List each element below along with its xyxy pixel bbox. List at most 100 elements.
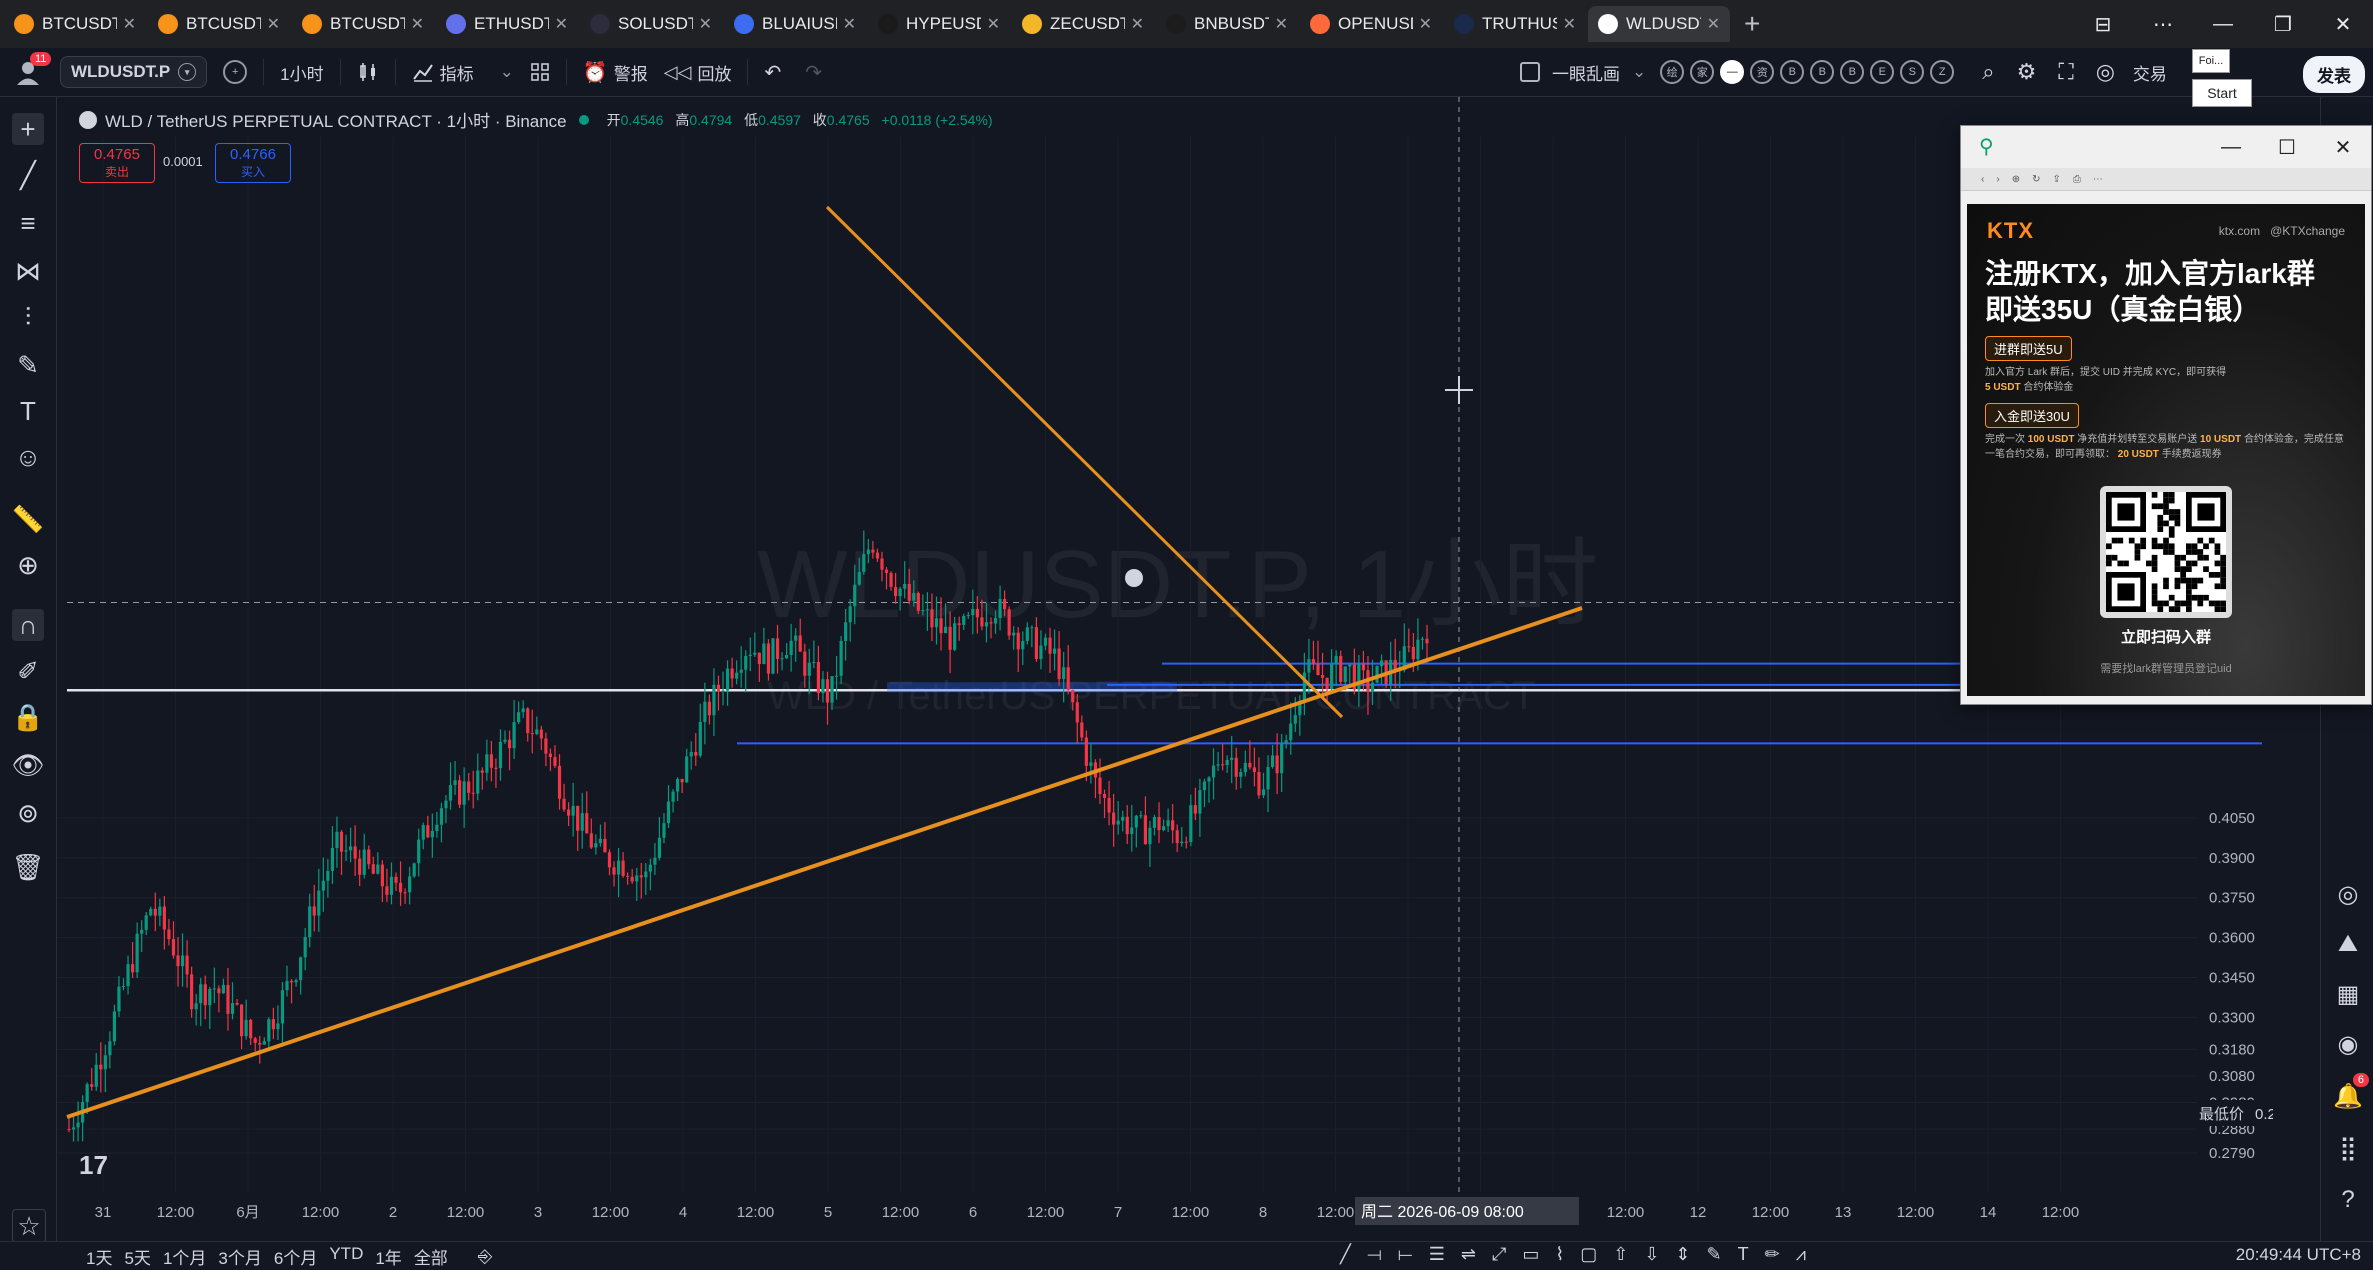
tab-close-icon[interactable]: ✕ [1275, 14, 1288, 34]
chevron-down-icon[interactable]: ⌄ [1632, 62, 1646, 82]
more-icon[interactable]: ⋯ [2133, 12, 2193, 37]
brush-tool[interactable]: ✎ [12, 349, 44, 381]
clock-display[interactable]: 20:49:44 UTC+8 [2236, 1245, 2361, 1265]
lock-tool[interactable]: 🔒 [12, 701, 44, 733]
interval-button[interactable]: 1小时 [280, 60, 323, 85]
tab-close-icon[interactable]: ✕ [1131, 14, 1144, 34]
ray-icon[interactable]: ⟞ [1367, 1244, 1382, 1265]
pencil-icon[interactable]: ✏ [1765, 1244, 1780, 1265]
magnet-tool[interactable]: ∩ [12, 609, 44, 641]
user-avatar[interactable]: 11 [14, 52, 52, 86]
replay-button[interactable]: ◁◁ 回放 [664, 60, 732, 85]
home-circle-button[interactable]: 家 [1690, 60, 1715, 84]
tab-close-icon[interactable]: ✕ [1563, 14, 1576, 34]
horizontal-line-icon[interactable]: ⟝ [1398, 1244, 1413, 1265]
symbol-search[interactable]: WLDUSDT.P ▾ [60, 56, 208, 88]
close-window-button[interactable]: ✕ [2313, 12, 2373, 37]
callout-icon[interactable]: ▭ [1522, 1244, 1539, 1265]
range-button[interactable]: 6个月 [274, 1244, 317, 1269]
forward-icon[interactable]: › [1996, 174, 1999, 185]
notifications-tool[interactable]: 🔔 6 [2331, 1073, 2369, 1113]
tab-close-icon[interactable]: ✕ [267, 14, 280, 34]
quick-search-icon[interactable]: ⌕ [1982, 59, 1994, 85]
line-icon[interactable]: ╱ [1340, 1244, 1351, 1265]
parallel-channel-icon[interactable]: ☰ [1429, 1244, 1445, 1265]
tab-close-icon[interactable]: ✕ [411, 14, 424, 34]
redo-button[interactable]: ↷ [805, 60, 822, 85]
support-zone[interactable] [887, 682, 1177, 693]
signal-tool[interactable]: ◉ [2331, 1027, 2365, 1061]
asset-circle-button[interactable]: 资 [1750, 60, 1775, 84]
browser-tab[interactable]: HYPEUSDT.P ✕ [868, 6, 1010, 42]
arrow-down-icon[interactable]: ⇩ [1644, 1244, 1659, 1265]
price-range-icon[interactable]: ⇕ [1675, 1244, 1690, 1265]
checkbox-icon[interactable] [1520, 62, 1540, 82]
popup-close-button[interactable]: ✕ [2315, 135, 2371, 160]
measure-tool[interactable]: 📏 [12, 503, 44, 535]
browser-tab[interactable]: SOLUSDT.P ✕ [580, 6, 722, 42]
fullscreen-icon[interactable]: ⛶ [2058, 59, 2073, 85]
chart-type-button[interactable] [357, 61, 379, 83]
buy-button[interactable]: 0.4766 买入 [215, 143, 291, 183]
popup-maximize-button[interactable]: ☐ [2259, 135, 2315, 160]
minimize-button[interactable]: — [2193, 13, 2253, 36]
ktx-ad-banner[interactable]: KTX ktx.com @KTXchange 注册KTX，加入官方lark群 即… [1967, 204, 2365, 696]
popup-minimize-button[interactable]: — [2203, 136, 2259, 159]
descending-trendline[interactable] [825, 205, 1344, 719]
tab-close-icon[interactable]: ✕ [1707, 14, 1720, 34]
hide-tool[interactable]: 👁 [12, 749, 45, 781]
browser-tab[interactable]: BTCUSDT.P ✕ [148, 6, 290, 42]
range-button[interactable]: YTD [329, 1244, 363, 1269]
undo-button[interactable]: ↶ [764, 60, 781, 85]
browser-tab[interactable]: BNBUSDT.P ✕ [1156, 6, 1298, 42]
trendline-tool[interactable]: ╱ [12, 159, 44, 191]
price-chart[interactable]: WLDUSDT.P, 1小时 WLD / TetherUS PERPETUAL … [57, 97, 2273, 1247]
popup-window[interactable]: ⚲ — ☐ ✕ ‹ › ⊕ ↻ ⇪ ⎙ ⋯ KTX ktx.com @KTXch… [1960, 125, 2372, 705]
drawing-mode-label[interactable]: 一眼乱画 [1552, 60, 1620, 85]
date-range-picker-icon[interactable]: ⎆ [478, 1246, 492, 1267]
templates-button[interactable] [530, 62, 550, 82]
tab-close-icon[interactable]: ✕ [987, 14, 1000, 34]
browser-tab[interactable]: OPENUSDT.P ✕ [1300, 6, 1442, 42]
minus-circle-button[interactable]: — [1720, 60, 1745, 84]
camera-icon[interactable]: ◎ [2096, 59, 2115, 85]
tab-close-icon[interactable]: ✕ [1419, 14, 1432, 34]
path-icon[interactable]: ⌇ [1555, 1244, 1564, 1265]
range-button[interactable]: 全部 [414, 1244, 448, 1269]
e-circle-button[interactable]: E [1870, 60, 1895, 84]
calendar-tool[interactable]: ▦ [2331, 977, 2365, 1011]
browser-tab[interactable]: ETHUSDT.P ✕ [436, 6, 578, 42]
watchlist-tool[interactable]: ◎ [2331, 877, 2365, 911]
fib-tool[interactable]: ≡ [12, 207, 44, 239]
range-button[interactable]: 3个月 [218, 1244, 261, 1269]
browser-tab[interactable]: BLUAIUSDT.P ✕ [724, 6, 866, 42]
b-circle-button[interactable]: B [1780, 60, 1805, 84]
pin-icon[interactable]: ⚲ [1979, 134, 1994, 159]
data-window-tool[interactable]: ⣿ [2331, 1131, 2365, 1165]
more-icon[interactable]: ⋯ [2093, 174, 2103, 185]
qr-code[interactable] [2100, 486, 2232, 618]
settings-gear-icon[interactable]: ⚙ [2017, 59, 2037, 85]
projection-tool[interactable]: ⫶ [12, 302, 44, 334]
pattern-tool[interactable]: ⋈ [12, 255, 44, 287]
rectangle-icon[interactable]: ▢ [1580, 1244, 1597, 1265]
browser-tab[interactable]: BTCUSDT.P ✕ [4, 6, 146, 42]
indicators-button[interactable]: 指标 ⌄ [412, 60, 514, 85]
maximize-button[interactable]: ❐ [2253, 12, 2313, 37]
zoom-tool[interactable]: ⊕ [12, 549, 44, 581]
pen-icon[interactable]: ✎ [1707, 1244, 1722, 1265]
tab-close-icon[interactable]: ✕ [843, 14, 856, 34]
extensions-icon[interactable]: ⊟ [2073, 12, 2133, 37]
b-circle-button[interactable]: B [1810, 60, 1835, 84]
crosshair-tool[interactable]: + [12, 113, 44, 145]
browser-tab[interactable]: ZECUSDT.P ✕ [1012, 6, 1154, 42]
text-tool[interactable]: T [12, 395, 44, 427]
z-circle-button[interactable]: Z [1930, 60, 1955, 84]
browser-tab[interactable]: BTCUSDT.P ✕ [292, 6, 434, 42]
browser-tab[interactable]: WLDUSDT.P ✕ [1588, 6, 1730, 42]
alert-button[interactable]: ⏰ 警报 [583, 60, 648, 85]
chart-area[interactable]: WLDUSDT.P, 1小时 WLD / TetherUS PERPETUAL … [57, 97, 2273, 1247]
regression-icon[interactable]: ⇌ [1461, 1244, 1476, 1265]
publish-button[interactable]: 发表 [2303, 56, 2365, 93]
sell-button[interactable]: 0.4765 卖出 [79, 143, 155, 183]
